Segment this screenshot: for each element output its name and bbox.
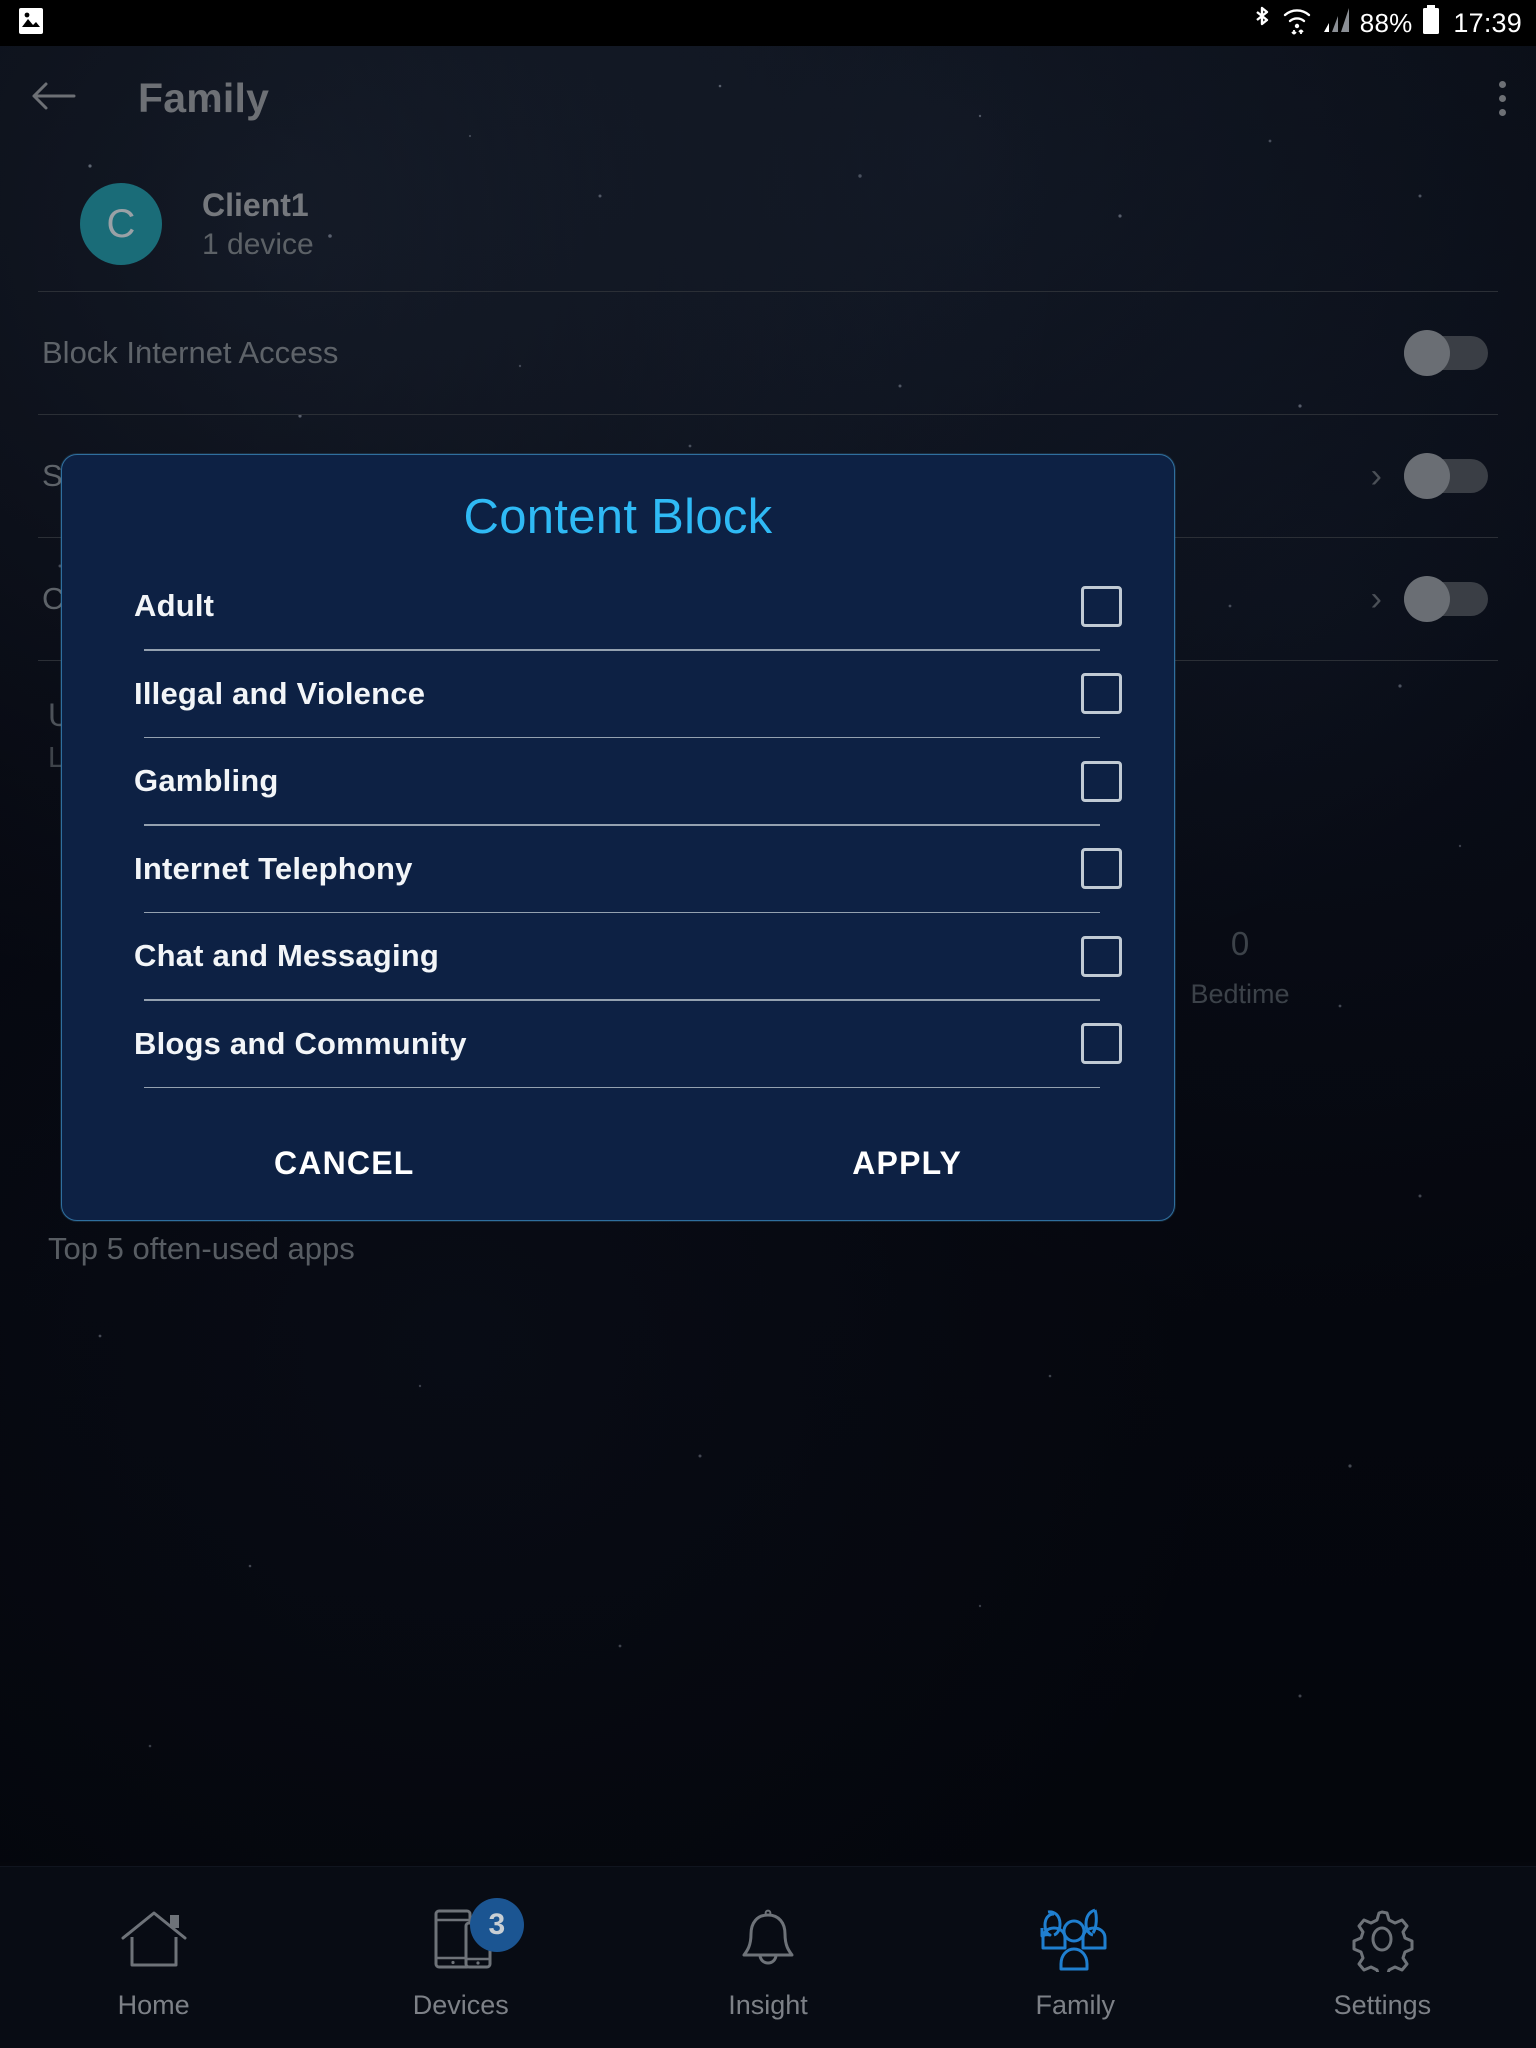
divider bbox=[144, 736, 1100, 738]
dialog-title: Content Block bbox=[463, 490, 773, 544]
chevron-right-icon[interactable]: › bbox=[1371, 457, 1382, 496]
chevron-right-icon[interactable]: › bbox=[1371, 580, 1382, 619]
home-icon bbox=[117, 1902, 191, 1976]
option-control[interactable] bbox=[1404, 330, 1488, 376]
list-item-label: Chat and Messaging bbox=[134, 938, 440, 973]
nav-label: Settings bbox=[1333, 1990, 1432, 2020]
photo-icon bbox=[18, 7, 44, 40]
overflow-menu-icon[interactable] bbox=[1499, 81, 1506, 116]
bell-icon bbox=[731, 1902, 805, 1976]
devices-icon: 3 bbox=[424, 1898, 524, 1976]
app-bar: Family bbox=[0, 46, 1536, 151]
dialog-actions: CANCEL APPLY bbox=[62, 1102, 1174, 1220]
list-item-label: Adult bbox=[134, 588, 215, 623]
checkbox-gambling[interactable] bbox=[1081, 760, 1122, 802]
page-title: Family bbox=[138, 75, 270, 121]
nav-item-devices[interactable]: 3 Devices bbox=[307, 1867, 614, 2048]
nav-label: Devices bbox=[412, 1990, 509, 2020]
nav-item-insight[interactable]: Insight bbox=[614, 1867, 921, 2048]
nav-item-home[interactable]: Home bbox=[0, 1867, 307, 2048]
checkbox-chat-and-messaging[interactable] bbox=[1081, 935, 1122, 977]
divider bbox=[144, 911, 1100, 913]
cancel-button[interactable]: CANCEL bbox=[274, 1145, 415, 1182]
client-name: Client1 bbox=[202, 186, 309, 223]
gear-icon bbox=[1345, 1902, 1419, 1976]
checkbox-blogs-and-community[interactable] bbox=[1081, 1023, 1122, 1064]
bottom-navigation-bar: Home 3 Devices Insight Family Settings bbox=[0, 1866, 1536, 2048]
option-control[interactable]: › bbox=[1371, 453, 1488, 499]
block-internet-access-toggle[interactable] bbox=[1404, 330, 1488, 376]
list-item-gambling[interactable]: Gambling bbox=[102, 738, 1134, 824]
nav-label: Family bbox=[1035, 1990, 1115, 2020]
apply-button[interactable]: APPLY bbox=[852, 1145, 962, 1182]
list-item-blogs-and-community[interactable]: Blogs and Community bbox=[102, 1001, 1134, 1087]
checkbox-illegal-and-violence[interactable] bbox=[1081, 673, 1122, 714]
divider bbox=[144, 1086, 1100, 1088]
list-item-adult[interactable]: Adult bbox=[102, 563, 1134, 649]
status-bar-left bbox=[18, 7, 44, 40]
battery-icon bbox=[1421, 4, 1441, 42]
divider bbox=[144, 999, 1100, 1001]
nav-item-family[interactable]: Family bbox=[922, 1867, 1229, 2048]
status-bar: 88% 17:39 bbox=[0, 0, 1536, 46]
list-item-label: Blogs and Community bbox=[134, 1025, 467, 1061]
bluetooth-icon bbox=[1251, 5, 1273, 42]
client-device-count: 1 device bbox=[202, 227, 314, 261]
checkbox-internet-telephony[interactable] bbox=[1081, 848, 1122, 889]
option-label: Block Internet Access bbox=[42, 335, 339, 370]
content-block-list: Adult Illegal and Violence Gambling Inte… bbox=[62, 545, 1174, 1088]
status-bar-right: 88% 17:39 bbox=[1251, 4, 1522, 42]
divider bbox=[144, 649, 1100, 651]
list-item-chat-and-messaging[interactable]: Chat and Messaging bbox=[102, 913, 1134, 999]
nav-label: Home bbox=[117, 1990, 190, 2020]
client-info: Client1 1 device bbox=[202, 185, 314, 264]
schedule-block-toggle[interactable] bbox=[1404, 453, 1488, 499]
list-item-label: Internet Telephony bbox=[134, 850, 413, 886]
cellular-signal-icon bbox=[1321, 6, 1351, 41]
devices-badge: 3 bbox=[469, 1898, 524, 1952]
divider bbox=[144, 824, 1100, 826]
client-row[interactable]: C Client1 1 device bbox=[0, 151, 1536, 291]
content-block-toggle[interactable] bbox=[1404, 576, 1488, 622]
list-item-label: Gambling bbox=[134, 763, 279, 798]
nav-item-settings[interactable]: Settings bbox=[1229, 1867, 1536, 2048]
list-item-internet-telephony[interactable]: Internet Telephony bbox=[102, 826, 1134, 912]
list-item-label: Illegal and Violence bbox=[134, 675, 426, 711]
app-screen: 88% 17:39 Family C Client1 1 device Bloc… bbox=[0, 0, 1536, 2048]
avatar: C bbox=[80, 183, 162, 265]
option-control[interactable]: › bbox=[1371, 576, 1488, 622]
battery-percent: 88% bbox=[1359, 7, 1413, 38]
family-icon bbox=[1036, 1902, 1114, 1976]
list-item-illegal-and-violence[interactable]: Illegal and Violence bbox=[102, 651, 1134, 737]
checkbox-adult[interactable] bbox=[1081, 585, 1122, 627]
back-arrow-icon[interactable] bbox=[30, 79, 76, 118]
nav-label: Insight bbox=[728, 1990, 808, 2020]
content-block-dialog: Content Block Adult Illegal and Violence… bbox=[61, 454, 1175, 1221]
clock: 17:39 bbox=[1453, 7, 1522, 38]
wifi-icon bbox=[1282, 5, 1312, 42]
option-row-block-internet-access[interactable]: Block Internet Access bbox=[0, 292, 1536, 414]
